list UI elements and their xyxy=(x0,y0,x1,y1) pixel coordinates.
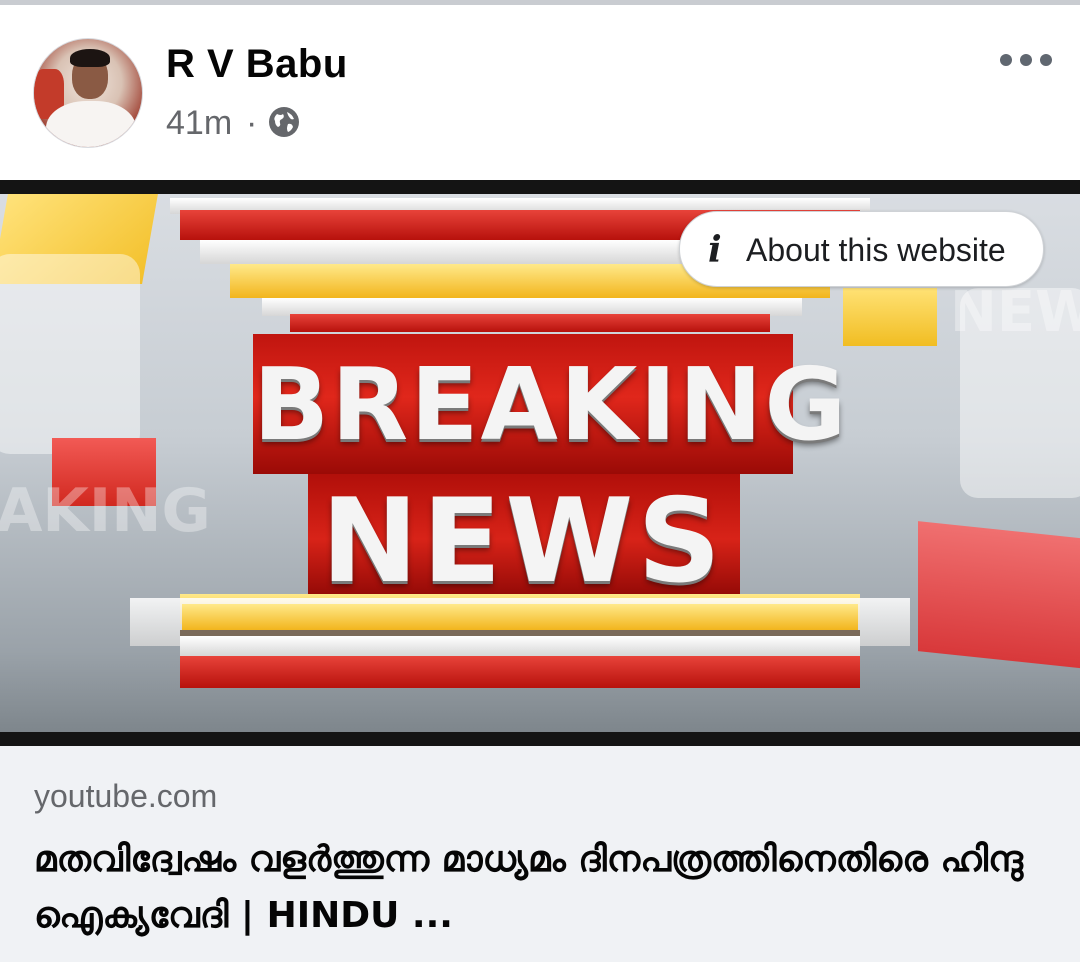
more-options-icon[interactable] xyxy=(996,48,1056,72)
top-divider xyxy=(0,0,1080,5)
ghost-text-left: AKING xyxy=(0,476,211,546)
link-media[interactable]: AKING NEW BREAKING NEWS i About this web… xyxy=(0,180,1080,746)
link-title[interactable]: മതവിദ്വേഷം വളർത്തുന്ന മാധ്യമം ദിനപത്രത്ത… xyxy=(34,832,1044,944)
info-icon: i xyxy=(708,229,722,271)
about-this-website-button[interactable]: i About this website xyxy=(679,211,1044,287)
author-name[interactable]: R V Babu xyxy=(166,42,348,87)
globe-icon xyxy=(269,107,299,137)
post-timestamp[interactable]: 41m xyxy=(166,104,232,143)
about-this-website-label: About this website xyxy=(746,232,1006,268)
avatar[interactable] xyxy=(33,38,143,148)
ghost-text-right: NEW xyxy=(950,280,1080,345)
headline-line-2: NEWS xyxy=(321,474,725,609)
meta-separator: · xyxy=(246,104,258,142)
headline-line-1: BREAKING xyxy=(253,346,849,463)
link-domain: youtube.com xyxy=(34,778,218,814)
